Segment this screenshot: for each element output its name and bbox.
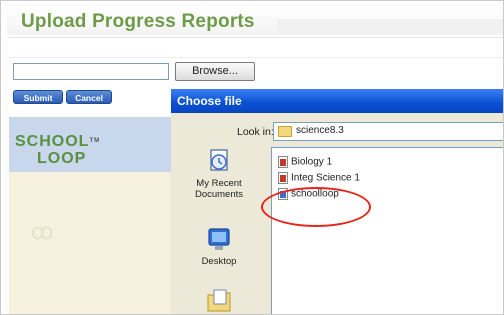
divider: [9, 57, 503, 58]
my-documents-icon: [207, 289, 231, 312]
decorative-loop-icon: ꝏ: [31, 219, 54, 244]
recent-documents-icon: [210, 149, 228, 171]
place-desktop[interactable]: Desktop: [173, 227, 265, 267]
place-my-recent-documents[interactable]: My Recent Documents: [173, 147, 265, 200]
page-title: Upload Progress Reports: [21, 11, 255, 32]
file-list: Biology 1 Integ Science 1 schoolloop: [271, 147, 503, 314]
browse-button[interactable]: Browse...: [175, 62, 255, 81]
schoolloop-logo: SCHOOLTM LOOP: [15, 133, 100, 167]
file-name: Integ Science 1: [291, 172, 360, 184]
place-my-documents[interactable]: [173, 287, 265, 314]
look-in-value: science8.3: [296, 125, 344, 136]
logo-trademark: TM: [89, 138, 101, 144]
header-bar: Upload Progress Reports: [7, 5, 503, 35]
dialog-title: Choose file: [171, 89, 503, 113]
document-icon: [278, 156, 288, 168]
look-in-label: Look in:: [237, 126, 274, 138]
place-label: Desktop: [201, 256, 237, 267]
file-item[interactable]: Integ Science 1: [278, 172, 360, 184]
file-name: Biology 1: [291, 156, 333, 168]
places-bar: My Recent Documents Desktop: [173, 147, 265, 314]
divider: [9, 37, 503, 38]
header-strip: [277, 19, 503, 35]
place-label: My Recent Documents: [194, 178, 244, 200]
highlight-circle: [261, 187, 371, 227]
logo-text-line2: LOOP: [37, 150, 87, 167]
page-frame: Upload Progress Reports Browse... Submit…: [0, 0, 504, 315]
folder-icon: [278, 126, 292, 137]
logo-text-line1: SCHOOL: [15, 133, 90, 150]
submit-button[interactable]: Submit: [13, 90, 63, 104]
desktop-icon: [208, 228, 230, 250]
file-path-input[interactable]: [13, 63, 169, 80]
document-icon: [278, 172, 288, 184]
cancel-button[interactable]: Cancel: [66, 90, 112, 104]
file-item[interactable]: Biology 1: [278, 156, 332, 168]
look-in-dropdown[interactable]: science8.3: [273, 122, 503, 141]
